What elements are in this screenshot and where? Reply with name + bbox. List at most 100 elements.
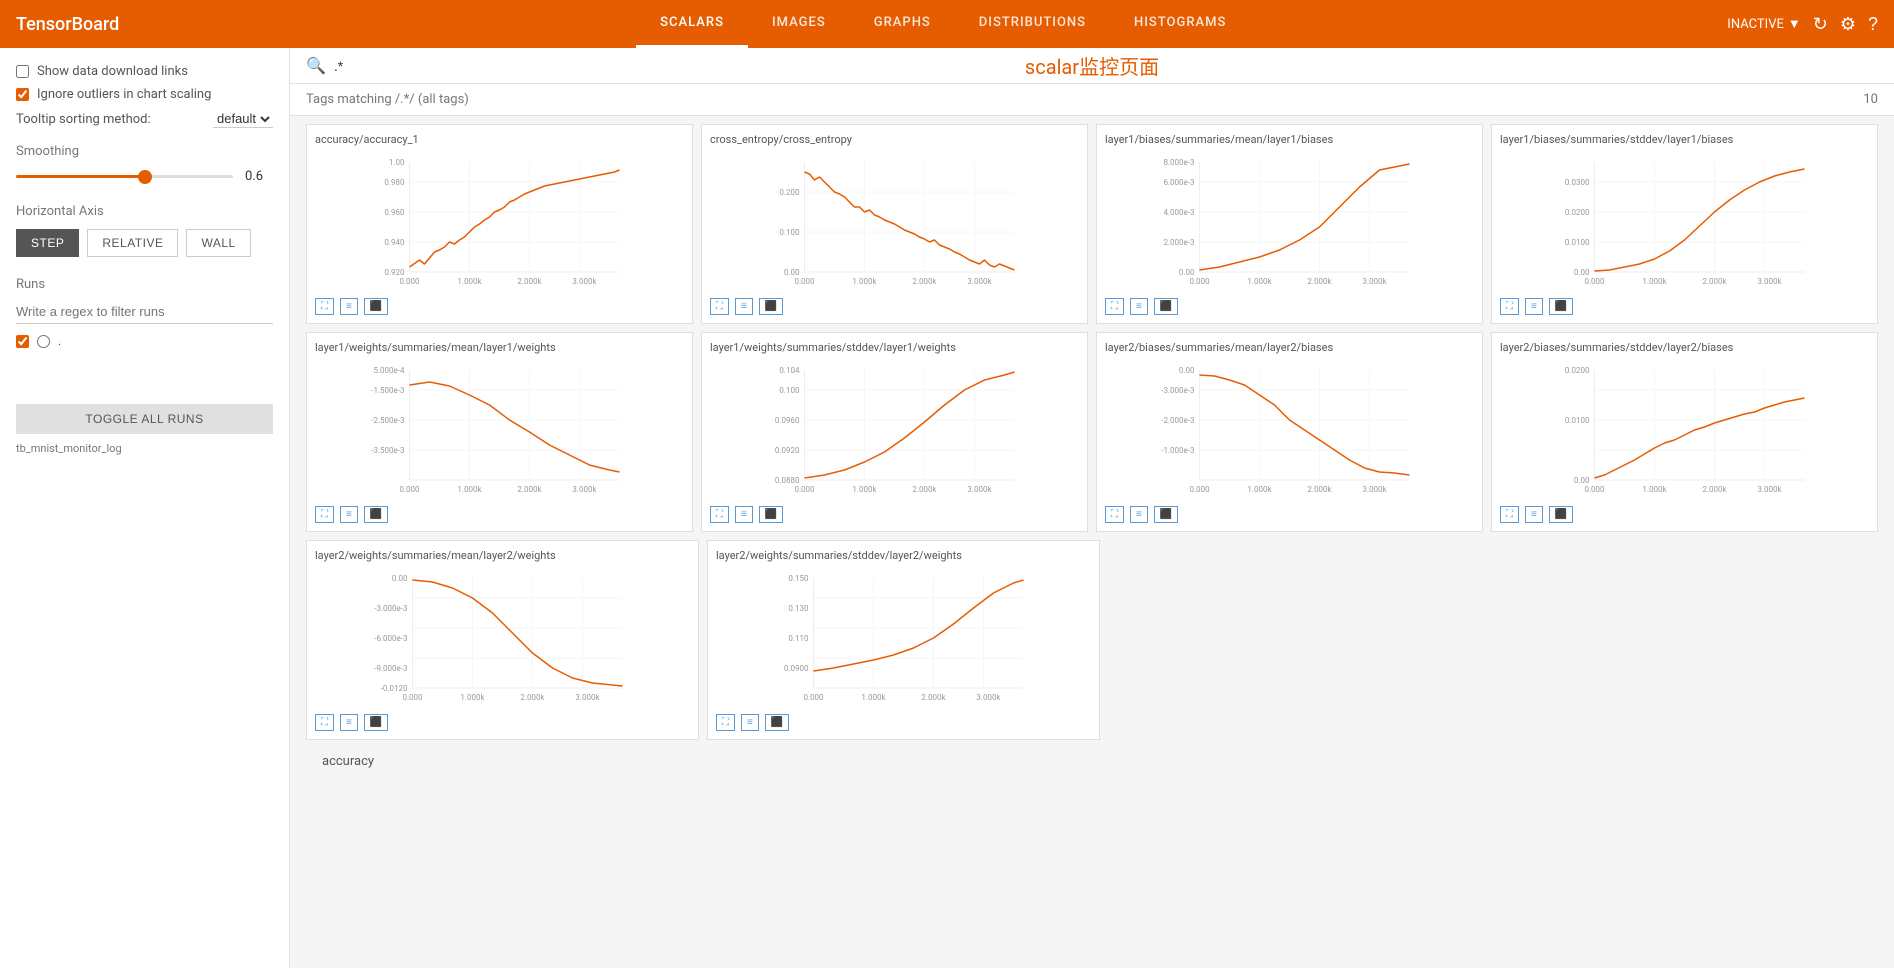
chart-layer2-biases-stddev: layer2/biases/summaries/stddev/layer2/bi… xyxy=(1491,332,1878,532)
inactive-dropdown[interactable]: INACTIVE ▼ xyxy=(1727,16,1800,32)
spacer-2 xyxy=(1497,540,1878,740)
svg-text:2.000k: 2.000k xyxy=(1307,277,1332,286)
app-logo: TensorBoard xyxy=(16,14,119,35)
list-btn-l2bs[interactable]: ≡ xyxy=(1525,506,1543,523)
list-btn-l1wm[interactable]: ≡ xyxy=(340,506,358,523)
svg-text:6.000e-3: 6.000e-3 xyxy=(1163,178,1194,187)
list-btn-l1ws[interactable]: ≡ xyxy=(735,506,753,523)
svg-text:2.000k: 2.000k xyxy=(912,277,937,286)
expand-btn-l2wm[interactable]: ⛶ xyxy=(315,714,334,731)
smoothing-section: Smoothing 0.6 xyxy=(16,144,273,184)
expand-btn-l2ws[interactable]: ⛶ xyxy=(716,714,735,731)
page-title: scalar监控页面 xyxy=(1025,51,1159,80)
svg-text:3.000k: 3.000k xyxy=(572,485,597,494)
smoothing-slider[interactable] xyxy=(16,175,233,178)
download-btn-cross-entropy[interactable]: ⬛ xyxy=(759,298,783,315)
chart-title-l2bm: layer2/biases/summaries/mean/layer2/bias… xyxy=(1105,341,1474,354)
list-btn-l2bm[interactable]: ≡ xyxy=(1130,506,1148,523)
expand-btn-l1ws[interactable]: ⛶ xyxy=(710,506,729,523)
chart-area-l2bs: 0.00 0.0100 0.0200 0.000 1.000k 2.000k 3… xyxy=(1500,360,1869,500)
expand-btn-l1wm[interactable]: ⛶ xyxy=(315,506,334,523)
toggle-all-runs-button[interactable]: TOGGLE ALL RUNS xyxy=(16,404,273,434)
svg-text:0.150: 0.150 xyxy=(788,574,809,583)
svg-text:0.0200: 0.0200 xyxy=(1565,366,1590,375)
list-btn-l2ws[interactable]: ≡ xyxy=(741,714,759,731)
download-btn-accuracy-1[interactable]: ⬛ xyxy=(364,298,388,315)
settings-button[interactable]: ⚙ xyxy=(1840,14,1856,35)
chart-layer1-weights-mean: layer1/weights/summaries/mean/layer1/wei… xyxy=(306,332,693,532)
ignore-outliers-checkbox-label[interactable]: Ignore outliers in chart scaling xyxy=(16,87,273,102)
svg-text:1.000k: 1.000k xyxy=(852,277,877,286)
list-btn-accuracy-1[interactable]: ≡ xyxy=(340,298,358,315)
chart-controls-l2wm: ⛶ ≡ ⬛ xyxy=(315,714,690,731)
nav-scalars[interactable]: SCALARS xyxy=(636,0,748,48)
show-download-checkbox[interactable] xyxy=(16,65,29,78)
svg-text:-9.000e-3: -9.000e-3 xyxy=(374,664,407,673)
smoothing-value: 0.6 xyxy=(245,169,273,184)
svg-text:2.000k: 2.000k xyxy=(912,485,937,494)
run-filter-input[interactable] xyxy=(16,300,273,324)
footer-path: tb_mnist_monitor_log xyxy=(16,442,273,455)
chart-title-l1ws: layer1/weights/summaries/stddev/layer1/w… xyxy=(710,341,1079,354)
svg-text:3.000k: 3.000k xyxy=(1757,485,1782,494)
download-btn-l2wm[interactable]: ⬛ xyxy=(364,714,388,731)
run-radio[interactable] xyxy=(37,335,50,348)
download-btn-l2ws[interactable]: ⬛ xyxy=(765,714,789,731)
expand-btn-l1bs[interactable]: ⛶ xyxy=(1500,298,1519,315)
download-btn-l1wm[interactable]: ⬛ xyxy=(364,506,388,523)
chart-layer2-weights-mean: layer2/weights/summaries/mean/layer2/wei… xyxy=(306,540,699,740)
expand-btn-l2bs[interactable]: ⛶ xyxy=(1500,506,1519,523)
svg-text:2.000k: 2.000k xyxy=(517,277,542,286)
download-btn-l2bs[interactable]: ⬛ xyxy=(1549,506,1573,523)
nav-distributions[interactable]: DISTRIBUTIONS xyxy=(955,0,1110,48)
runs-title: Runs xyxy=(16,277,273,292)
charts-row-0: accuracy/accuracy_1 xyxy=(306,124,1878,324)
axis-relative-btn[interactable]: RELATIVE xyxy=(87,229,178,257)
chart-controls-layer1-biases-mean: ⛶ ≡ ⬛ xyxy=(1105,298,1474,315)
svg-text:0.0100: 0.0100 xyxy=(1565,238,1590,247)
chart-area-l1wm: -3.500e-3 -2.500e-3 -1.500e-3 5.000e-4 0… xyxy=(315,360,684,500)
ignore-outliers-checkbox[interactable] xyxy=(16,88,29,101)
list-btn-cross-entropy[interactable]: ≡ xyxy=(735,298,753,315)
list-btn-l1bs[interactable]: ≡ xyxy=(1525,298,1543,315)
run-checkbox[interactable] xyxy=(16,335,29,348)
chart-controls-l2bm: ⛶ ≡ ⬛ xyxy=(1105,506,1474,523)
search-bar: 🔍 scalar监控页面 xyxy=(290,48,1894,84)
expand-btn-l1bm[interactable]: ⛶ xyxy=(1105,298,1124,315)
tooltip-sort-select[interactable]: default xyxy=(213,110,273,128)
svg-text:0.00: 0.00 xyxy=(1574,268,1590,277)
svg-text:1.00: 1.00 xyxy=(389,158,405,167)
svg-text:0.920: 0.920 xyxy=(384,268,405,277)
chart-area-layer1-biases-stddev: 0.00 0.0100 0.0200 0.0300 0.000 1.000k 2… xyxy=(1500,152,1869,292)
list-btn-l2wm[interactable]: ≡ xyxy=(340,714,358,731)
chart-area-accuracy-1: 0.920 0.940 0.960 0.980 1.00 0.000 1.000… xyxy=(315,152,684,292)
chart-svg-l2wm: 0.00 -3.000e-3 -6.000e-3 -9.000e-3 -0.01… xyxy=(315,568,690,708)
axis-wall-btn[interactable]: WALL xyxy=(186,229,250,257)
nav-histograms[interactable]: HISTOGRAMS xyxy=(1110,0,1250,48)
chart-svg-l2ws: 0.150 0.130 0.110 0.0900 0.000 1.000k 2.… xyxy=(716,568,1091,708)
download-btn-l1bs[interactable]: ⬛ xyxy=(1549,298,1573,315)
help-button[interactable]: ? xyxy=(1868,14,1878,35)
smoothing-slider-container: 0.6 xyxy=(16,169,273,184)
expand-btn-accuracy-1[interactable]: ⛶ xyxy=(315,298,334,315)
download-btn-l1bm[interactable]: ⬛ xyxy=(1154,298,1178,315)
tooltip-sort-row: Tooltip sorting method: default xyxy=(16,110,273,128)
nav-graphs[interactable]: GRAPHS xyxy=(850,0,955,48)
charts-container: accuracy/accuracy_1 xyxy=(290,116,1894,779)
chart-svg-l2bs: 0.00 0.0100 0.0200 0.000 1.000k 2.000k 3… xyxy=(1500,360,1869,500)
chart-title-l2wm: layer2/weights/summaries/mean/layer2/wei… xyxy=(315,549,690,562)
expand-btn-l2bm[interactable]: ⛶ xyxy=(1105,506,1124,523)
show-download-checkbox-label[interactable]: Show data download links xyxy=(16,64,273,79)
chart-area-l1ws: 0.0880 0.0920 0.0960 0.100 0.104 0.000 1… xyxy=(710,360,1079,500)
axis-step-btn[interactable]: STEP xyxy=(16,229,79,257)
chart-title-l1wm: layer1/weights/summaries/mean/layer1/wei… xyxy=(315,341,684,354)
expand-btn-cross-entropy[interactable]: ⛶ xyxy=(710,298,729,315)
list-btn-l1bm[interactable]: ≡ xyxy=(1130,298,1148,315)
nav-images[interactable]: IMAGES xyxy=(748,0,850,48)
download-btn-l1ws[interactable]: ⬛ xyxy=(759,506,783,523)
svg-text:-6.000e-3: -6.000e-3 xyxy=(374,634,407,643)
chart-controls-accuracy-1: ⛶ ≡ ⬛ xyxy=(315,298,684,315)
download-btn-l2bm[interactable]: ⬛ xyxy=(1154,506,1178,523)
svg-text:-1.000e-3: -1.000e-3 xyxy=(1161,446,1194,455)
refresh-button[interactable]: ↻ xyxy=(1813,14,1828,35)
